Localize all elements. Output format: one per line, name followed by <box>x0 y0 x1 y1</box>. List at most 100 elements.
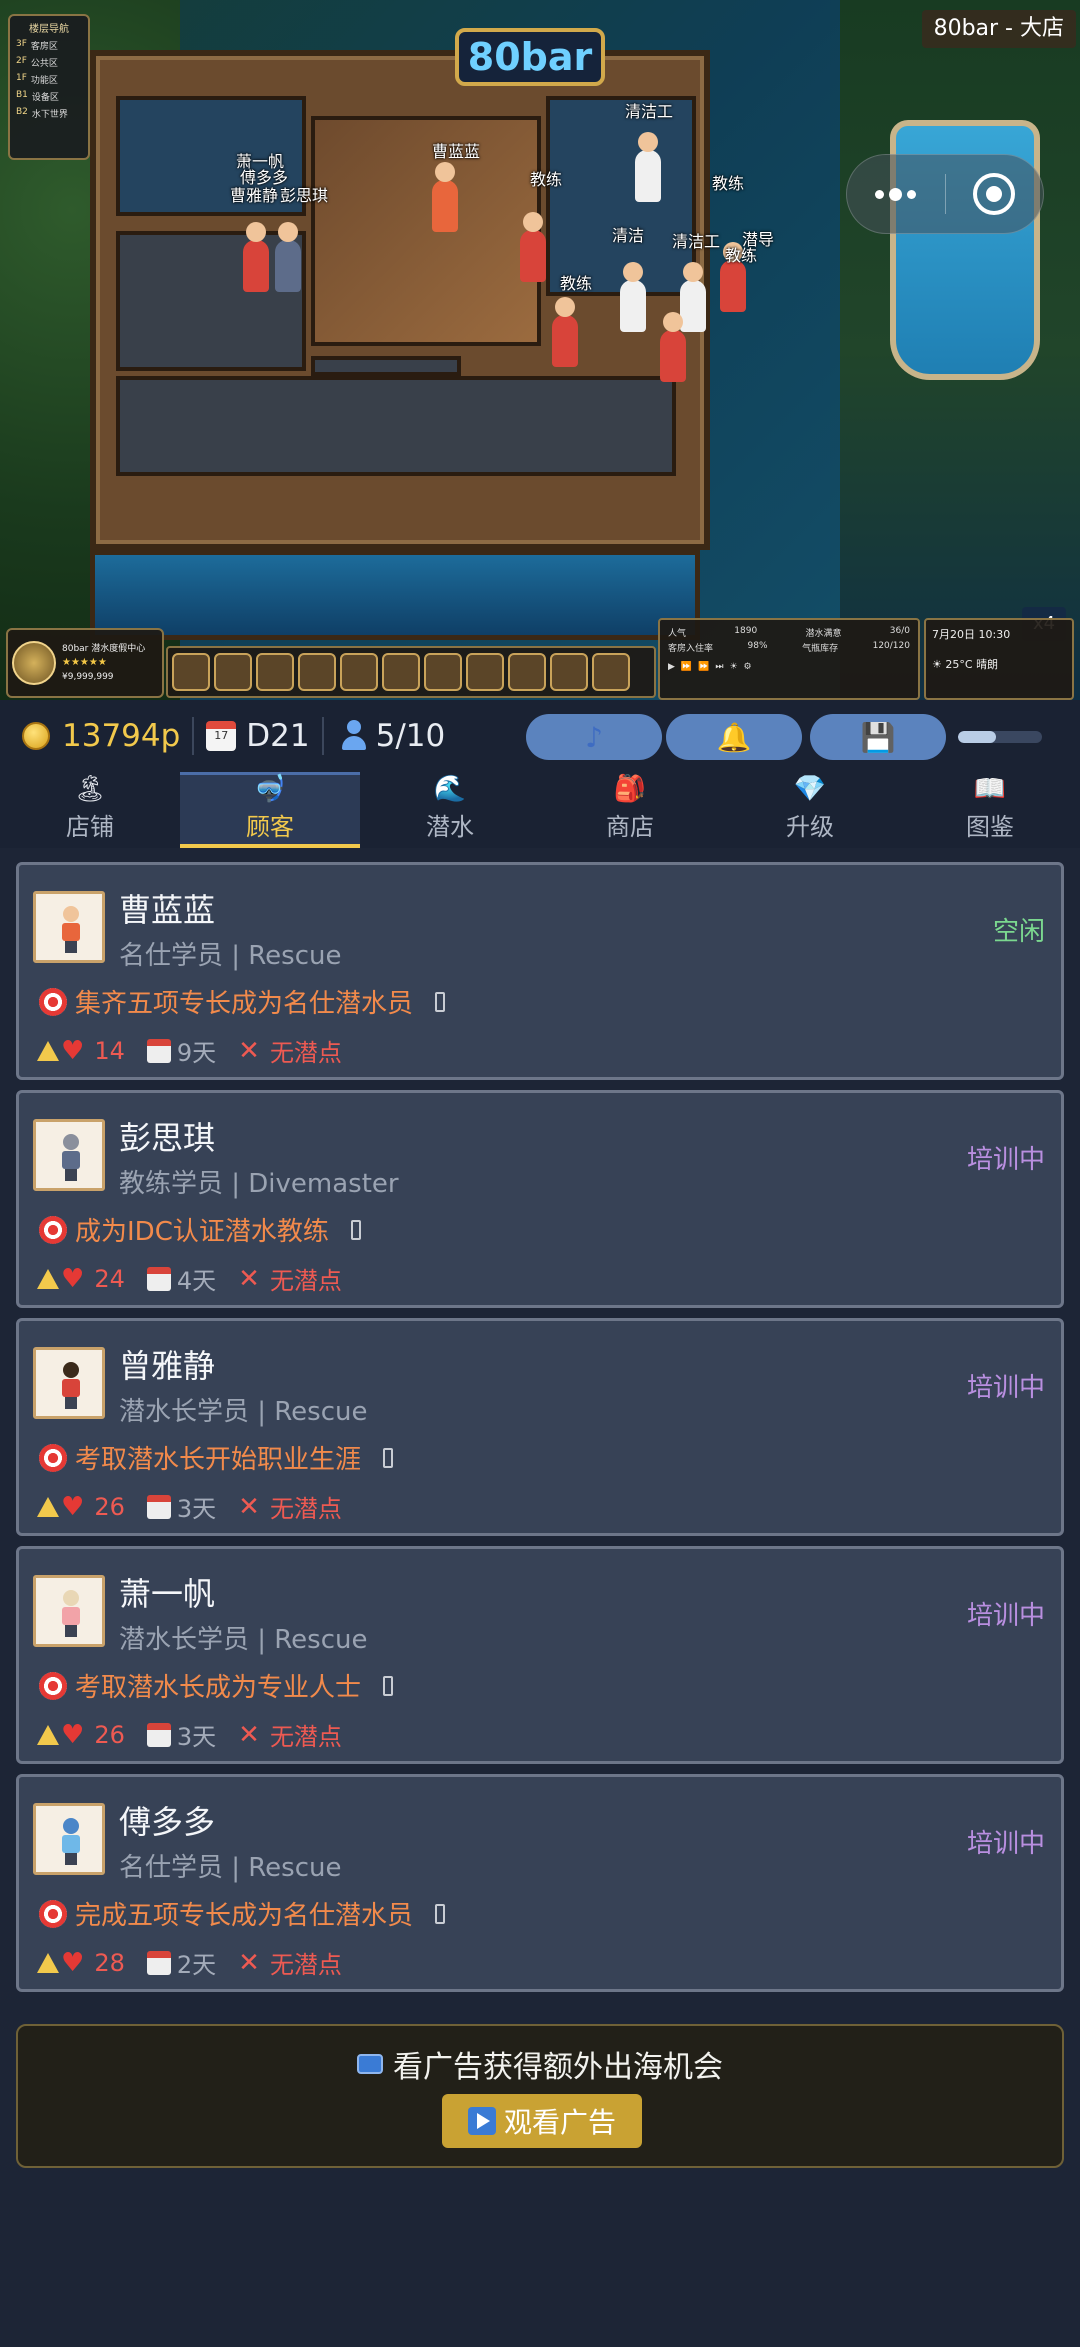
tab-label: 图鉴 <box>966 813 1014 841</box>
divider <box>321 717 324 755</box>
character[interactable] <box>520 212 546 282</box>
customer-card[interactable]: 曾雅静 潜水长学员 | Rescue 培训中 考取潜水长开始职业生涯 ♥ 26 3… <box>16 1318 1064 1536</box>
save-button[interactable]: 💾 <box>810 714 946 760</box>
store-stars: ★★★★★ <box>62 657 107 668</box>
dive-center-building[interactable] <box>90 50 710 550</box>
settings-gear-icon[interactable] <box>592 653 630 691</box>
scene-label: 清洁工 <box>625 102 674 121</box>
tab-label: 店铺 <box>66 813 114 841</box>
game-scene[interactable]: 80bar 清洁工 萧一帆 傅多多 曹雅静 彭思琪 曹蓝蓝 教练 教练 清洁 清… <box>0 0 1080 700</box>
cart-icon[interactable] <box>382 653 420 691</box>
scene-time-panel: 7月20日 10:30 ☀ 25°C 晴朗 <box>924 618 1074 700</box>
calendar-icon <box>146 1038 171 1063</box>
heart-count: 28 <box>94 1948 125 1977</box>
tab-customers[interactable]: 🤿 顾客 <box>180 772 360 848</box>
sun-icon[interactable]: ☀ <box>729 662 737 672</box>
customer-card[interactable]: 萧一帆 潜水长学员 | Rescue 培训中 考取潜水长成为专业人士 ♥ 26 3… <box>16 1546 1064 1764</box>
dive-point-status: 无潜点 <box>269 1267 342 1295</box>
tab-catalog[interactable]: 📖 图鉴 <box>900 772 1080 848</box>
storage-icon[interactable] <box>508 653 546 691</box>
cross-icon: ✕ <box>238 1035 260 1066</box>
volume-slider[interactable] <box>958 731 1042 743</box>
customer-name: 萧一帆 <box>119 1575 216 1613</box>
fast-forward-button[interactable]: ⏩ <box>681 662 692 672</box>
room-hall[interactable] <box>546 96 696 296</box>
cross-icon: ✕ <box>238 1263 260 1294</box>
more-button[interactable] <box>847 155 945 233</box>
customer-status: 培训中 <box>966 1829 1045 1859</box>
scene-settings-icon[interactable]: ⚙ <box>744 662 752 672</box>
customer-status: 空闲 <box>992 917 1045 947</box>
miniprogram-capsule[interactable] <box>846 154 1044 234</box>
warning-icon <box>37 1268 59 1289</box>
scene-clock: 10:30 <box>978 628 1011 641</box>
customer-name: 曹蓝蓝 <box>119 891 216 929</box>
build-icon[interactable] <box>172 653 210 691</box>
tools-icon[interactable] <box>298 653 336 691</box>
character[interactable] <box>275 222 301 292</box>
customer-card[interactable]: 曹蓝蓝 名仕学员 | Rescue 空闲 集齐五项专长成为名仕潜水员 ♥ 14 9… <box>16 862 1064 1080</box>
customer-card[interactable]: 傅多多 名仕学员 | Rescue 培训中 完成五项专长成为名仕潜水员 ♥ 28 … <box>16 1774 1064 1992</box>
log-icon[interactable] <box>550 653 588 691</box>
sun-weather-icon: ☀ <box>932 658 942 671</box>
floor-item[interactable]: 3F 客房区 <box>16 39 82 52</box>
store-badge[interactable]: 80bar 潜水度假中心 ★★★★★ ¥9,999,999 <box>6 628 164 698</box>
island-icon: 🏝 <box>73 774 107 804</box>
goal-text: 考取潜水长开始职业生涯 <box>75 1445 362 1475</box>
scene-stats-panel: 人气 1890 潜水满意 36/0 客房入住率 98% 气瓶库存 120/120 ▶ ⏩ ⏩… <box>658 618 920 700</box>
character[interactable] <box>680 262 706 332</box>
records-icon[interactable] <box>340 653 378 691</box>
scene-weather: 晴朗 <box>976 658 999 671</box>
tab-store[interactable]: 🎒 商店 <box>540 772 720 848</box>
tab-diving[interactable]: 🌊 潜水 <box>360 772 540 848</box>
room-lobby[interactable] <box>311 116 541 346</box>
character[interactable] <box>720 242 746 312</box>
character[interactable] <box>432 162 458 232</box>
customer-meta: ♥ 28 2天 ✕ 无潜点 <box>37 1945 342 1980</box>
fastest-button[interactable]: ⏭ <box>715 662 723 672</box>
scene-label: 曹蓝蓝 <box>432 142 481 161</box>
more-dots-icon <box>875 187 917 201</box>
play-button[interactable]: ▶ <box>668 662 675 672</box>
chart-icon[interactable] <box>424 653 462 691</box>
floor-item[interactable]: 2F 公共区 <box>16 56 82 69</box>
character[interactable] <box>635 132 661 202</box>
calendar-icon <box>146 1950 171 1975</box>
customer-goal: 考取潜水长开始职业生涯 <box>39 1439 394 1476</box>
scene-label: 教练 <box>725 246 758 265</box>
customer-card[interactable]: 彭思琪 教练学员 | Divemaster 培训中 成为IDC认证潜水教练 ♥ 2… <box>16 1090 1064 1308</box>
notification-button[interactable]: 🔔 <box>666 714 802 760</box>
character[interactable] <box>660 312 686 382</box>
days-remaining: 4天 <box>176 1267 217 1295</box>
dive-icon[interactable] <box>466 653 504 691</box>
floor-item[interactable]: B2 水下世界 <box>16 107 82 120</box>
placeholder-glyph-icon <box>350 1219 361 1240</box>
tab-upgrade[interactable]: 💎 升级 <box>720 772 900 848</box>
dive-point-status: 无潜点 <box>269 1951 342 1979</box>
character[interactable] <box>620 262 646 332</box>
room-corridor <box>311 356 461 376</box>
room-staff[interactable] <box>116 376 676 476</box>
character[interactable] <box>552 297 578 367</box>
close-miniprogram-button[interactable] <box>946 155 1044 233</box>
underwater-aquarium[interactable] <box>90 550 700 640</box>
music-button[interactable]: ♪ <box>526 714 662 760</box>
rooms-icon[interactable] <box>256 653 294 691</box>
faster-button[interactable]: ⏩ <box>698 662 709 672</box>
tab-shop[interactable]: 🏝 店铺 <box>0 772 180 848</box>
tv-icon <box>357 2054 383 2074</box>
stat-value: 1890 <box>734 626 758 636</box>
goal-text: 成为IDC认证潜水教练 <box>75 1217 329 1247</box>
floor-item[interactable]: B1 设备区 <box>16 90 82 103</box>
character[interactable] <box>243 222 269 292</box>
floor-item[interactable]: 1F 功能区 <box>16 73 82 86</box>
staff-icon[interactable] <box>214 653 252 691</box>
watch-ad-button[interactable]: 观看广告 <box>442 2094 642 2148</box>
customer-role: 潜水长学员 | Rescue <box>119 1397 368 1427</box>
target-icon <box>39 1671 67 1700</box>
stat-value: 36/0 <box>889 626 910 636</box>
floor-navigation[interactable]: 楼层导航 3F 客房区 2F 公共区 1F 功能区 B1 设备区 B2 水下世界 <box>8 14 90 160</box>
warning-icon <box>37 1724 59 1745</box>
target-circle-icon <box>973 173 1016 215</box>
scene-label: 清洁 <box>612 226 645 245</box>
